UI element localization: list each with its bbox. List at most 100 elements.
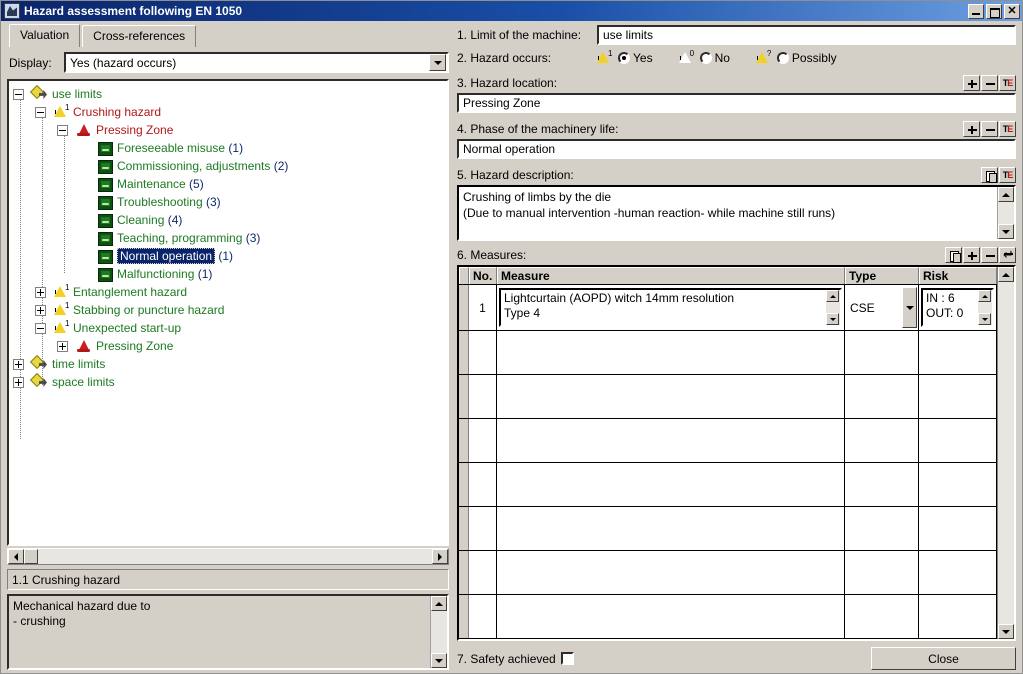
tree-expander-minus-icon[interactable] <box>13 88 24 100</box>
tree-expander-plus-icon[interactable] <box>13 376 24 388</box>
tree-expander-minus-icon[interactable] <box>35 106 46 118</box>
scroll-up-button[interactable] <box>826 290 839 302</box>
cell-type[interactable] <box>845 331 919 374</box>
tree-horizontal-scrollbar[interactable] <box>7 548 449 565</box>
scroll-down-button[interactable] <box>978 313 991 325</box>
tree-item[interactable]: 1 Entanglement hazard <box>13 283 447 301</box>
table-row-empty[interactable] <box>459 463 997 507</box>
tree-expander-plus-icon[interactable] <box>57 340 68 352</box>
table-row-empty[interactable] <box>459 331 997 375</box>
cell-type[interactable] <box>845 463 919 506</box>
scroll-left-button[interactable] <box>8 549 24 564</box>
tab-cross-references[interactable]: Cross-references <box>82 25 197 47</box>
measures-table-scrollbar[interactable] <box>997 267 1014 639</box>
cell-risk[interactable] <box>919 331 997 374</box>
scroll-up-button[interactable] <box>978 290 991 302</box>
hscroll-track[interactable] <box>38 549 432 564</box>
display-combo[interactable]: Yes (hazard occurs) <box>64 52 449 73</box>
column-header-measure[interactable]: Measure <box>497 267 845 284</box>
text-edit-icon[interactable]: TE <box>999 121 1016 137</box>
maximize-button[interactable] <box>986 3 1002 19</box>
row-grip[interactable] <box>459 463 469 506</box>
risk-editor[interactable]: IN : 6 OUT: 0 <box>921 288 994 327</box>
radio-yes[interactable] <box>618 52 630 64</box>
tree-item[interactable]: Foreseeable misuse (1) <box>13 139 447 157</box>
table-row-empty[interactable] <box>459 375 997 419</box>
table-row-empty[interactable] <box>459 551 997 595</box>
hazard-description-textarea[interactable]: Crushing of limbs by the die (Due to man… <box>457 185 1016 241</box>
cell-risk[interactable] <box>919 507 997 550</box>
scroll-down-button[interactable] <box>826 313 839 325</box>
add-icon[interactable] <box>963 247 980 263</box>
cell-measure[interactable] <box>497 331 845 374</box>
cell-measure[interactable] <box>497 419 845 462</box>
chevron-down-icon[interactable] <box>902 287 917 328</box>
cell-type[interactable] <box>845 419 919 462</box>
tree-item[interactable]: Pressing Zone <box>13 121 447 139</box>
row-grip[interactable] <box>459 375 469 418</box>
row-grip[interactable] <box>459 285 469 330</box>
scroll-down-button[interactable] <box>998 624 1014 639</box>
remove-icon[interactable] <box>981 121 998 137</box>
measure-editor[interactable]: Lightcurtain (AOPD) witch 14mm resolutio… <box>499 288 842 327</box>
tree-expander-plus-icon[interactable] <box>35 304 46 316</box>
cell-risk[interactable] <box>919 551 997 594</box>
tree-item[interactable]: Malfunctioning (1) <box>13 265 447 283</box>
tree-item[interactable]: Troubleshooting (3) <box>13 193 447 211</box>
scroll-up-button[interactable] <box>998 187 1014 202</box>
hazard-location-field[interactable]: Pressing Zone <box>457 93 1016 113</box>
risk-scrollbar[interactable] <box>978 290 992 325</box>
table-row-empty[interactable] <box>459 507 997 551</box>
tree-item[interactable]: use limits <box>13 85 447 103</box>
hscroll-thumb[interactable] <box>24 549 38 564</box>
type-combo[interactable]: CSE <box>846 287 917 328</box>
close-button[interactable]: Close <box>871 647 1016 670</box>
tree-item[interactable]: 1 Crushing hazard <box>13 103 447 121</box>
radio-option-yes[interactable]: 1 Yes <box>597 50 653 66</box>
close-icon[interactable]: ✕ <box>1004 3 1020 19</box>
row-grip[interactable] <box>459 551 469 594</box>
row-grip[interactable] <box>459 331 469 374</box>
tree-expander-plus-icon[interactable] <box>13 358 24 370</box>
row-grip[interactable] <box>459 595 469 638</box>
scroll-right-button[interactable] <box>432 549 448 564</box>
cell-measure[interactable] <box>497 595 845 638</box>
scroll-up-button[interactable] <box>998 267 1014 282</box>
tree-expander-minus-icon[interactable] <box>35 322 46 334</box>
cell-risk[interactable] <box>919 463 997 506</box>
tree-item[interactable]: Normal operation (1) <box>13 247 447 265</box>
add-icon[interactable] <box>963 121 980 137</box>
cell-type[interactable]: CSE <box>845 285 919 330</box>
safety-achieved-checkbox[interactable] <box>560 652 574 665</box>
cell-risk[interactable] <box>919 375 997 418</box>
table-row-empty[interactable] <box>459 419 997 463</box>
tree-item[interactable]: Maintenance (5) <box>13 175 447 193</box>
cell-measure[interactable]: Lightcurtain (AOPD) witch 14mm resolutio… <box>497 285 845 330</box>
cell-risk[interactable]: IN : 6 OUT: 0 <box>919 285 997 330</box>
tree-item[interactable]: Teaching, programming (3) <box>13 229 447 247</box>
cell-type[interactable] <box>845 595 919 638</box>
radio-option-no[interactable]: 0 No <box>678 50 730 66</box>
tree-item[interactable]: Pressing Zone <box>13 337 447 355</box>
cell-measure[interactable] <box>497 375 845 418</box>
tree-item[interactable]: time limits <box>13 355 447 373</box>
remove-icon[interactable] <box>981 75 998 91</box>
cell-measure[interactable] <box>497 551 845 594</box>
cell-risk[interactable] <box>919 595 997 638</box>
scroll-down-button[interactable] <box>998 224 1014 239</box>
tree-item[interactable]: 1 Stabbing or puncture hazard <box>13 301 447 319</box>
radio-possibly[interactable] <box>776 52 789 64</box>
row-grip[interactable] <box>459 507 469 550</box>
column-header-grip[interactable] <box>459 267 469 284</box>
table-row[interactable]: 1 Lightcurtain (AOPD) witch 14mm resoluti… <box>459 285 997 331</box>
cell-type[interactable] <box>845 507 919 550</box>
tree-item[interactable]: space limits <box>13 373 447 391</box>
radio-no[interactable] <box>699 52 712 64</box>
tree-expander-minus-icon[interactable] <box>57 124 68 136</box>
remove-icon[interactable] <box>981 247 998 263</box>
scroll-up-button[interactable] <box>431 596 447 611</box>
enter-icon[interactable] <box>999 247 1016 263</box>
tree-item[interactable]: Commissioning, adjustments (2) <box>13 157 447 175</box>
row-grip[interactable] <box>459 419 469 462</box>
cell-risk[interactable] <box>919 419 997 462</box>
